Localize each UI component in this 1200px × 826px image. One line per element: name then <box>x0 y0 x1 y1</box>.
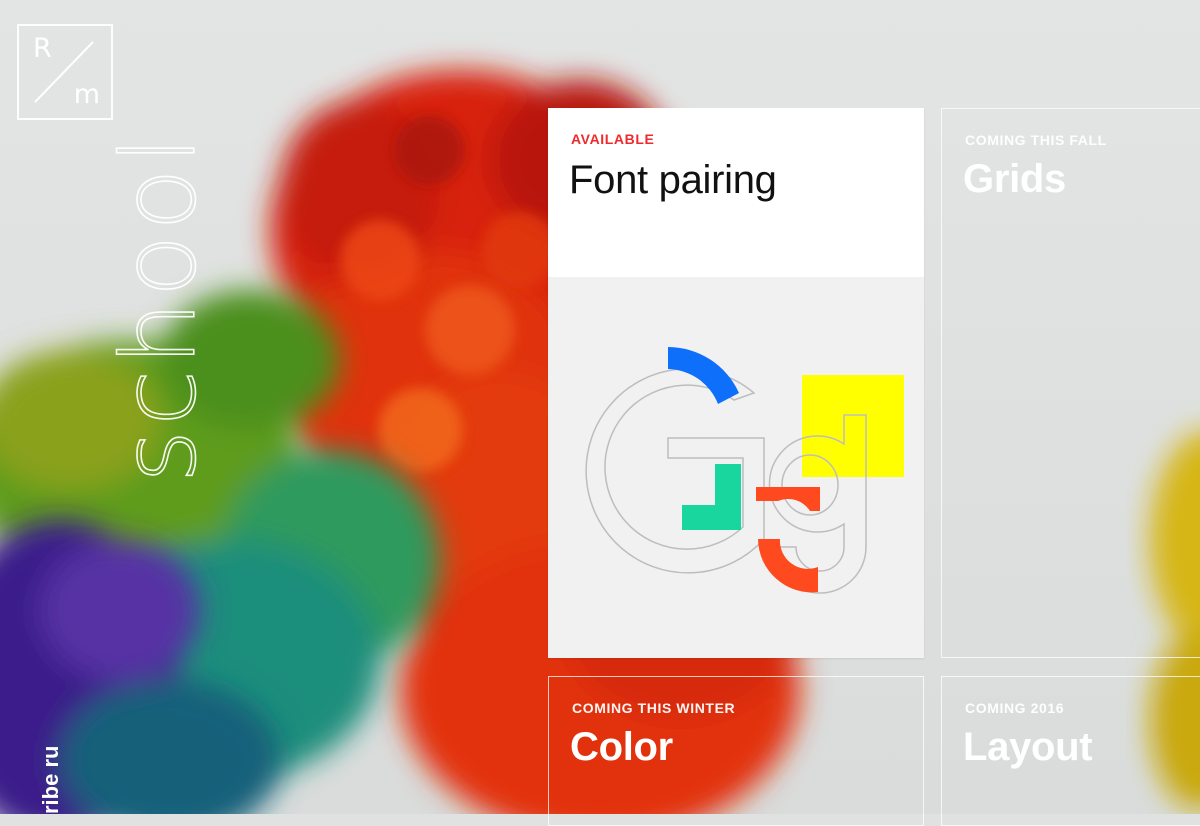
course-title: Font pairing <box>569 158 777 202</box>
course-status: COMING THIS FALL <box>965 132 1107 148</box>
logo-letter-r: R <box>33 33 52 64</box>
domain-link[interactable]: ribe ru <box>38 746 64 814</box>
card-header: AVAILABLE Font pairing <box>548 108 924 277</box>
course-title: Grids <box>963 157 1066 201</box>
course-card-font-pairing[interactable]: AVAILABLE Font pairing <box>548 108 924 658</box>
logo-letter-m: m <box>73 79 100 110</box>
gg-glyph-illustration <box>585 347 904 594</box>
logo[interactable]: R m <box>17 24 113 120</box>
course-card-grids[interactable]: COMING THIS FALL Grids <box>941 108 1200 658</box>
vertical-school-title: school <box>99 131 220 484</box>
course-status: COMING THIS WINTER <box>572 700 736 716</box>
course-title: Layout <box>963 725 1093 769</box>
course-title: Color <box>570 725 673 769</box>
course-card-color[interactable]: COMING THIS WINTER Color <box>548 676 924 826</box>
course-card-layout[interactable]: COMING 2016 Layout <box>941 676 1200 826</box>
course-status: AVAILABLE <box>571 131 655 147</box>
course-status: COMING 2016 <box>965 700 1065 716</box>
